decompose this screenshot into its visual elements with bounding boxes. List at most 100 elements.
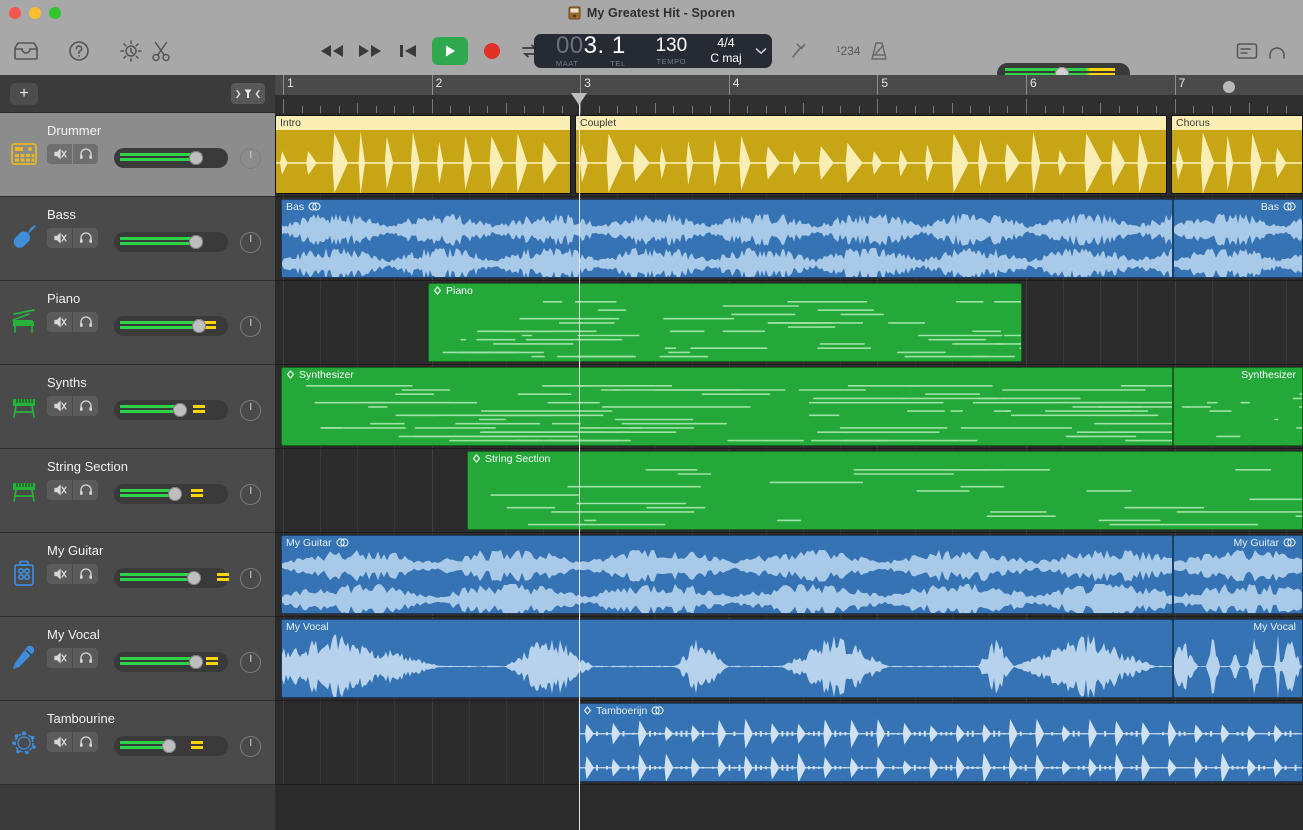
track-volume-knob[interactable] <box>192 319 206 333</box>
scissors-icon[interactable] <box>150 39 172 63</box>
track-volume-slider[interactable] <box>114 568 228 588</box>
track-pan-knob[interactable] <box>240 400 261 421</box>
metronome-icon[interactable] <box>869 40 889 62</box>
solo-button[interactable] <box>73 144 98 164</box>
track-volume-slider[interactable] <box>114 652 228 672</box>
region[interactable]: Synthesizer <box>1173 367 1303 446</box>
track-lane[interactable]: Piano <box>275 281 1303 365</box>
track-header-config-button[interactable] <box>231 83 265 104</box>
track-pan-knob[interactable] <box>240 316 261 337</box>
solo-button[interactable] <box>73 312 98 332</box>
mute-button[interactable] <box>47 396 72 416</box>
track-volume-knob[interactable] <box>189 655 203 669</box>
track-pan-knob[interactable] <box>240 736 261 757</box>
region[interactable]: My Vocal <box>281 619 1173 698</box>
rewind-button[interactable] <box>318 37 346 65</box>
track-lane[interactable]: BasBas <box>275 197 1303 281</box>
mute-button[interactable] <box>47 732 72 752</box>
go-to-beginning-button[interactable] <box>394 37 422 65</box>
zoom-slider[interactable] <box>1201 79 1293 95</box>
zoom-button[interactable] <box>49 7 61 19</box>
region[interactable]: Bas <box>281 199 1173 278</box>
mute-button[interactable] <box>47 564 72 584</box>
track-volume-knob[interactable] <box>162 739 176 753</box>
track-pan-knob[interactable] <box>240 568 261 589</box>
loop-browser-icon[interactable] <box>1266 41 1288 61</box>
count-in-icon[interactable]: 1234 <box>836 44 860 58</box>
track-lane[interactable]: SynthesizerSynthesizer <box>275 365 1303 449</box>
solo-button[interactable] <box>73 564 98 584</box>
chevron-down-icon[interactable] <box>751 34 772 68</box>
help-icon[interactable] <box>68 40 90 62</box>
track-volume-knob[interactable] <box>173 403 187 417</box>
region[interactable]: Intro <box>275 115 571 194</box>
track-lane[interactable]: String Section <box>275 449 1303 533</box>
track-lane[interactable]: My GuitarMy Guitar <box>275 533 1303 617</box>
track-volume-slider[interactable] <box>114 736 228 756</box>
track-header-drummer[interactable]: Drummer <box>0 113 275 197</box>
library-icon[interactable] <box>12 40 40 62</box>
forward-button[interactable] <box>356 37 384 65</box>
mute-button[interactable] <box>47 312 72 332</box>
region[interactable]: String Section <box>467 451 1303 530</box>
track-volume-knob[interactable] <box>189 151 203 165</box>
track-volume-knob[interactable] <box>189 235 203 249</box>
track-pan-knob[interactable] <box>240 484 261 505</box>
track-volume-knob[interactable] <box>187 571 201 585</box>
tuning-fork-icon[interactable] <box>788 40 810 62</box>
notes-icon[interactable] <box>1236 42 1258 60</box>
tracks-area[interactable]: IntroCoupletChorusBasBasPianoSynthesizer… <box>275 113 1303 830</box>
timeline-ruler[interactable]: 1234567 <box>275 75 1303 113</box>
mute-button[interactable] <box>47 480 72 500</box>
mute-button[interactable] <box>47 228 72 248</box>
add-track-button[interactable]: + <box>10 83 38 105</box>
region[interactable]: Piano <box>428 283 1022 362</box>
track-header-string-section[interactable]: String Section <box>0 449 275 533</box>
solo-button[interactable] <box>73 648 98 668</box>
play-button[interactable] <box>432 37 468 65</box>
lcd-tempo[interactable]: 130 TEMPO <box>642 34 701 68</box>
region[interactable]: Bas <box>1173 199 1303 278</box>
track-header-piano[interactable]: Piano <box>0 281 275 365</box>
solo-button[interactable] <box>73 396 98 416</box>
track-lane[interactable]: IntroCoupletChorus <box>275 113 1303 197</box>
track-volume-slider[interactable] <box>114 232 228 252</box>
track-volume-slider[interactable] <box>114 400 228 420</box>
region[interactable]: Chorus <box>1171 115 1303 194</box>
track-pan-knob[interactable] <box>240 232 261 253</box>
mute-button[interactable] <box>47 144 72 164</box>
tuner-icon[interactable] <box>119 39 143 63</box>
record-button[interactable] <box>478 37 506 65</box>
mute-button[interactable] <box>47 648 72 668</box>
track-header-tambourine[interactable]: Tambourine <box>0 701 275 785</box>
region[interactable]: My Vocal <box>1173 619 1303 698</box>
track-volume-slider[interactable] <box>114 484 228 504</box>
traffic-lights[interactable] <box>9 0 61 26</box>
region[interactable]: Tamboerijn <box>578 703 1303 782</box>
lcd-display[interactable]: 003. 1 MAAT TEL 130 TEMPO 4/4 C maj <box>534 34 772 68</box>
track-volume-slider[interactable] <box>114 316 228 336</box>
track-lane[interactable]: Tamboerijn <box>275 701 1303 785</box>
track-header-synths[interactable]: Synths <box>0 365 275 449</box>
playhead[interactable] <box>579 95 580 830</box>
region[interactable]: Couplet <box>575 115 1167 194</box>
track-pan-knob[interactable] <box>240 148 261 169</box>
track-header-my-guitar[interactable]: My Guitar <box>0 533 275 617</box>
track-volume-slider[interactable] <box>114 148 228 168</box>
track-header-bass[interactable]: Bass <box>0 197 275 281</box>
minimize-button[interactable] <box>29 7 41 19</box>
region[interactable]: Synthesizer <box>281 367 1173 446</box>
lcd-position[interactable]: 003. 1 MAAT TEL <box>534 34 642 68</box>
solo-button[interactable] <box>73 228 98 248</box>
close-button[interactable] <box>9 7 21 19</box>
transport-controls[interactable] <box>318 26 544 75</box>
track-lane[interactable]: My VocalMy Vocal <box>275 617 1303 701</box>
region[interactable]: My Guitar <box>281 535 1173 614</box>
solo-button[interactable] <box>73 480 98 500</box>
region[interactable]: My Guitar <box>1173 535 1303 614</box>
playhead-handle[interactable] <box>571 93 587 105</box>
track-volume-knob[interactable] <box>168 487 182 501</box>
solo-button[interactable] <box>73 732 98 752</box>
track-pan-knob[interactable] <box>240 652 261 673</box>
lcd-signature[interactable]: 4/4 C maj <box>701 34 751 68</box>
